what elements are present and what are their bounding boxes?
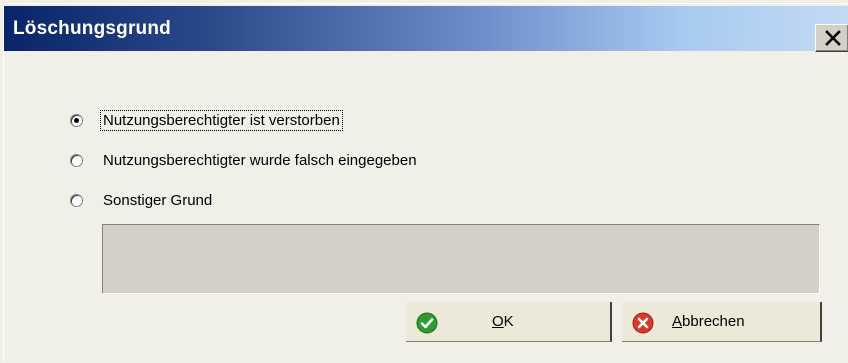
- cancel-label-rest: bbrechen: [682, 313, 745, 330]
- radio-sonstiger-grund[interactable]: [70, 194, 83, 207]
- title-bar: Löschungsgrund: [4, 6, 848, 51]
- ok-button-label: OK: [492, 313, 514, 330]
- cancel-button-label: Abbrechen: [672, 313, 745, 330]
- cancel-mnemonic: A: [672, 313, 683, 330]
- close-icon: [825, 30, 841, 46]
- other-reason-textbox[interactable]: [102, 224, 820, 294]
- radio-label-sonstiger-grund[interactable]: Sonstiger Grund: [101, 191, 214, 210]
- check-icon: [416, 312, 438, 334]
- dialog-title: Löschungsgrund: [13, 18, 171, 39]
- ok-button[interactable]: OK: [406, 302, 612, 342]
- radio-falsch-eingegeben[interactable]: [70, 154, 83, 167]
- cancel-button[interactable]: Abbrechen: [622, 302, 822, 342]
- dialog-content: Nutzungsberechtigter ist verstorben Nutz…: [4, 51, 848, 363]
- ok-label-rest: K: [503, 313, 514, 330]
- radio-label-verstorben[interactable]: Nutzungsberechtigter ist verstorben: [100, 110, 343, 131]
- ok-mnemonic: O: [492, 313, 504, 330]
- cancel-x-icon: [632, 312, 654, 334]
- close-button[interactable]: [815, 24, 848, 52]
- radio-verstorben[interactable]: [70, 114, 83, 127]
- loeschungsgrund-dialog: Löschungsgrund Nutzungsberechtigter ist …: [3, 3, 848, 362]
- radio-label-falsch-eingegeben[interactable]: Nutzungsberechtigter wurde falsch eingeg…: [101, 151, 419, 170]
